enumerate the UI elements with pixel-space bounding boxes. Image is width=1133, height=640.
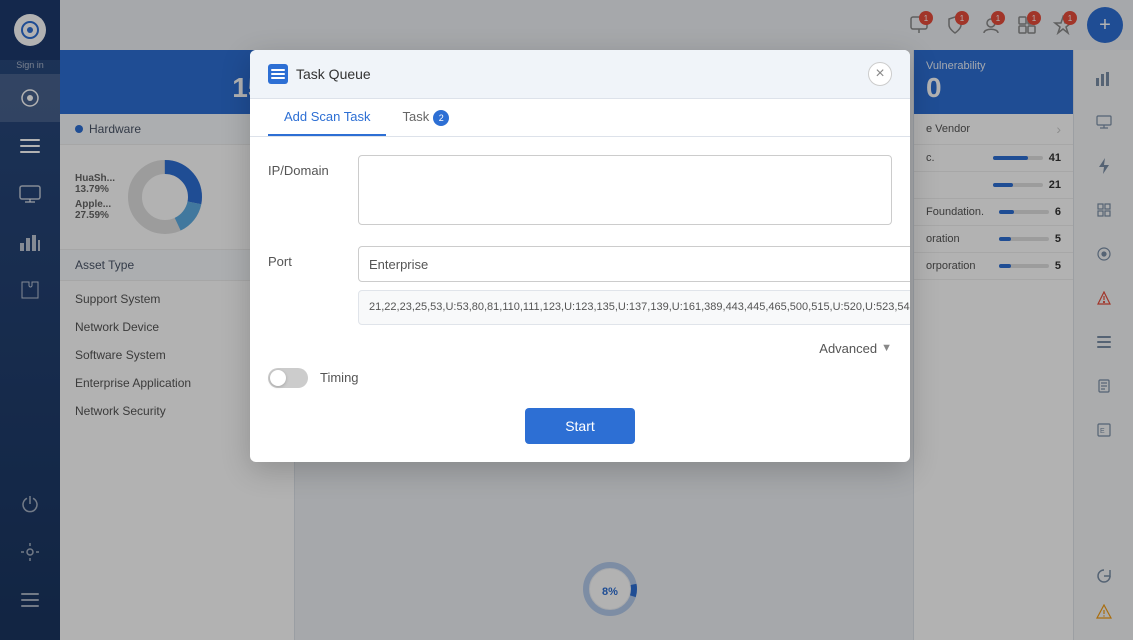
- ip-domain-row: IP/Domain: [268, 155, 892, 230]
- timing-label: Timing: [320, 370, 359, 385]
- toggle-knob: [270, 370, 286, 386]
- ip-control: [358, 155, 892, 230]
- port-select[interactable]: Enterprise Common All Custom: [358, 246, 910, 282]
- modal-title: Task Queue: [296, 66, 371, 82]
- task-queue-modal: Task Queue × Add Scan Task Task2 IP/Doma…: [250, 50, 910, 462]
- port-select-wrapper: Enterprise Common All Custom ▼: [358, 246, 910, 282]
- modal-header: Task Queue ×: [250, 50, 910, 99]
- advanced-chevron-icon: ▼: [881, 342, 892, 354]
- advanced-label: Advanced: [819, 341, 877, 356]
- modal-close-button[interactable]: ×: [868, 62, 892, 86]
- modal-tabs: Add Scan Task Task2: [250, 99, 910, 137]
- tab-task-badge: 2: [433, 110, 449, 126]
- modal-body: IP/Domain Port Enterprise Common All Cus…: [250, 137, 910, 462]
- advanced-button[interactable]: Advanced ▼: [819, 341, 892, 356]
- port-row: Port Enterprise Common All Custom ▼ 21,2…: [268, 246, 892, 325]
- port-label: Port: [268, 246, 358, 269]
- tab-add-scan-task[interactable]: Add Scan Task: [268, 99, 386, 136]
- ip-textarea[interactable]: [358, 155, 892, 225]
- tab-task[interactable]: Task2: [386, 99, 465, 136]
- ports-preview: 21,22,23,25,53,U:53,80,81,110,111,123,U:…: [358, 290, 910, 325]
- modal-title-area: Task Queue: [268, 64, 371, 84]
- timing-row: Timing: [268, 368, 892, 388]
- port-control: Enterprise Common All Custom ▼ 21,22,23,…: [358, 246, 910, 325]
- start-button[interactable]: Start: [525, 408, 635, 444]
- timing-toggle[interactable]: [268, 368, 308, 388]
- modal-title-icon: [268, 64, 288, 84]
- advanced-row: Advanced ▼: [268, 341, 892, 356]
- ip-label: IP/Domain: [268, 155, 358, 178]
